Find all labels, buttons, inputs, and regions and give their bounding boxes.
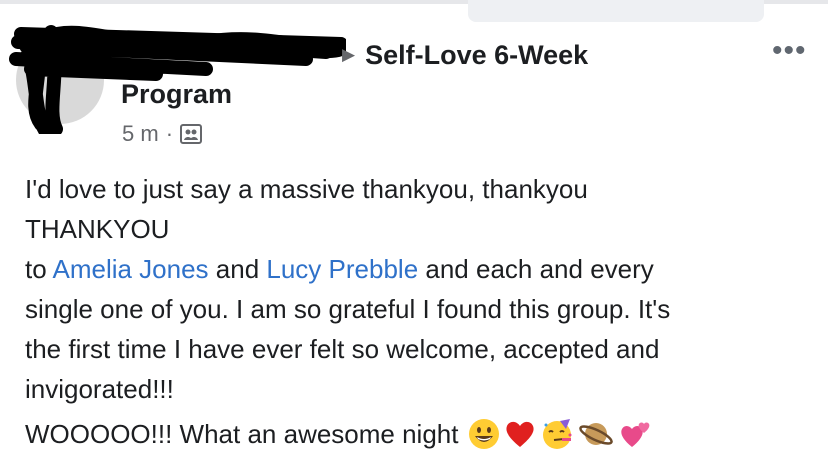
grinning-face-icon: [469, 419, 500, 449]
two-hearts-icon: [621, 422, 650, 447]
ringed-planet-icon: [579, 423, 614, 445]
post-line: I'd love to just say a massive thankyou,…: [25, 174, 588, 204]
group-audience-icon: [180, 124, 203, 144]
post-meta: 5 m ·: [122, 121, 203, 147]
partying-face-icon: [543, 419, 572, 449]
mention-link[interactable]: Amelia Jones: [52, 254, 208, 284]
redaction-mark: [9, 25, 346, 134]
post-line: the first time I have ever felt so welco…: [25, 334, 660, 364]
text-fragment: to: [25, 254, 53, 284]
post-line: to Amelia Jones and Lucy Prebble and eac…: [25, 249, 805, 289]
triangle-right-icon: ▶: [342, 45, 356, 64]
meta-separator: ·: [165, 121, 174, 146]
group-name-line1[interactable]: Self-Love 6-Week: [365, 40, 588, 71]
group-name[interactable]: ▶ Self-Love 6-Week: [342, 37, 588, 73]
more-options-button[interactable]: •••: [772, 34, 807, 68]
post-line: THANKYOU: [25, 214, 170, 244]
text-fragment: and each and every: [418, 254, 654, 284]
post-line: invigorated!!!: [25, 374, 174, 404]
post-text: I'd love to just say a massive thankyou,…: [25, 169, 805, 409]
text-fragment: and: [208, 254, 267, 284]
red-heart-icon: [506, 421, 535, 447]
top-tab: [468, 0, 764, 22]
post-line: single one of you. I am so grateful I fo…: [25, 294, 671, 324]
group-name-line2[interactable]: Program: [121, 79, 232, 110]
mention-link[interactable]: Lucy Prebble: [266, 254, 418, 284]
post-line: WOOOOO!!! What an awesome night: [25, 419, 459, 449]
post-last-line: WOOOOO!!! What an awesome night: [25, 414, 652, 454]
post-time[interactable]: 5 m: [122, 121, 159, 147]
